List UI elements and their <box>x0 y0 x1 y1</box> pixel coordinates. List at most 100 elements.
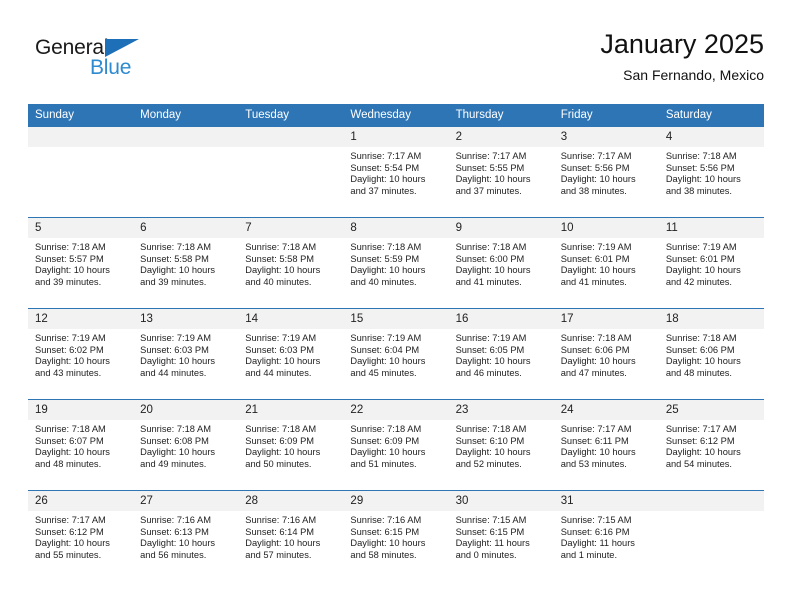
calendar-day-cell[interactable]: 3 Sunrise: 7:17 AM Sunset: 5:56 PM Daylight… <box>553 127 659 218</box>
calendar-day-cell[interactable]: 16 Sunrise: 7:19 AM Sunset: 6:05 PM Dayligh… <box>448 308 554 400</box>
calendar-day-cell[interactable]: 24 Sunrise: 7:17 AM Sunset: 6:11 PM Dayligh… <box>553 399 659 491</box>
day-cell-inner: 12 Sunrise: 7:19 AM Sunset: 6:02 PM Dayligh… <box>28 309 134 399</box>
sunset-text: Sunset: 6:11 PM <box>560 435 629 446</box>
day-details: Sunrise: 7:19 AM Sunset: 6:03 PM Daylight:… <box>238 329 343 379</box>
calendar-day-cell[interactable]: 20 Sunrise: 7:18 AM Sunset: 6:08 PM Dayligh… <box>133 399 239 491</box>
general-blue-logo[interactable]: General Blue <box>35 36 165 84</box>
day-details: Sunrise: 7:16 AM Sunset: 6:14 PM Daylight:… <box>238 511 343 561</box>
calendar-day-cell[interactable]: 23 Sunrise: 7:18 AM Sunset: 6:10 PM Dayligh… <box>448 399 554 491</box>
daylight-text: Daylight: 10 hours and 44 minutes. <box>140 356 216 378</box>
day-details: Sunrise: 7:15 AM Sunset: 6:16 PM Daylight:… <box>554 511 659 561</box>
calendar-day-cell[interactable]: 17 Sunrise: 7:18 AM Sunset: 6:06 PM Dayligh… <box>553 308 659 400</box>
sunrise-text: Sunrise: 7:16 AM <box>350 515 422 525</box>
calendar-day-cell[interactable]: 22 Sunrise: 7:18 AM Sunset: 6:09 PM Dayligh… <box>343 399 449 491</box>
calendar-day-cell[interactable]: 6 Sunrise: 7:18 AM Sunset: 5:58 PM Daylight… <box>133 217 239 309</box>
calendar-day-cell[interactable]: 27 Sunrise: 7:16 AM Sunset: 6:13 PM Dayligh… <box>133 490 239 581</box>
sunset-text: Sunset: 5:56 PM <box>665 162 735 173</box>
sunset-text: Sunset: 6:12 PM <box>665 435 735 446</box>
calendar-day-cell[interactable]: 11 Sunrise: 7:19 AM Sunset: 6:01 PM Dayligh… <box>658 217 764 309</box>
calendar-day-cell-empty <box>28 127 134 218</box>
day-number: 28 <box>238 491 344 511</box>
calendar-day-cell[interactable]: 28 Sunrise: 7:16 AM Sunset: 6:14 PM Dayligh… <box>238 490 344 581</box>
sunrise-text: Sunrise: 7:18 AM <box>140 424 211 434</box>
sunrise-text: Sunrise: 7:18 AM <box>665 333 737 343</box>
day-number <box>133 127 239 147</box>
day-number: 14 <box>238 309 344 329</box>
calendar-day-cell[interactable]: 15 Sunrise: 7:19 AM Sunset: 6:04 PM Dayligh… <box>343 308 449 400</box>
day-details: Sunrise: 7:18 AM Sunset: 6:09 PM Daylight:… <box>343 420 448 470</box>
day-details: Sunrise: 7:17 AM Sunset: 6:11 PM Daylight:… <box>554 420 659 470</box>
calendar-day-cell[interactable]: 1 Sunrise: 7:17 AM Sunset: 5:54 PM Daylight… <box>343 127 449 218</box>
calendar-day-cell[interactable]: 5 Sunrise: 7:18 AM Sunset: 5:57 PM Daylight… <box>28 217 134 309</box>
day-number: 3 <box>553 127 659 147</box>
sunrise-text: Sunrise: 7:17 AM <box>560 424 632 434</box>
daylight-text: Daylight: 10 hours and 48 minutes. <box>665 356 741 378</box>
calendar-day-cell[interactable]: 10 Sunrise: 7:19 AM Sunset: 6:01 PM Dayligh… <box>553 217 659 309</box>
sunset-text: Sunset: 6:10 PM <box>455 435 525 446</box>
day-cell-inner <box>28 127 134 217</box>
daylight-text: Daylight: 10 hours and 44 minutes. <box>245 356 321 378</box>
calendar-day-cell[interactable]: 7 Sunrise: 7:18 AM Sunset: 5:58 PM Daylight… <box>238 217 344 309</box>
day-number: 20 <box>133 400 239 420</box>
day-cell-inner: 1 Sunrise: 7:17 AM Sunset: 5:54 PM Daylight… <box>343 127 449 217</box>
sunrise-text: Sunrise: 7:15 AM <box>560 515 632 525</box>
day-number: 16 <box>448 309 554 329</box>
calendar-week-row: 19 Sunrise: 7:18 AM Sunset: 6:07 PM Dayligh… <box>28 399 764 491</box>
calendar-day-cell[interactable]: 14 Sunrise: 7:19 AM Sunset: 6:03 PM Dayligh… <box>238 308 344 400</box>
calendar-day-cell[interactable]: 2 Sunrise: 7:17 AM Sunset: 5:55 PM Daylight… <box>448 127 554 218</box>
day-cell-inner: 11 Sunrise: 7:19 AM Sunset: 6:01 PM Dayligh… <box>658 218 764 308</box>
calendar-day-cell[interactable]: 25 Sunrise: 7:17 AM Sunset: 6:12 PM Dayligh… <box>658 399 764 491</box>
calendar-day-cell[interactable]: 29 Sunrise: 7:16 AM Sunset: 6:15 PM Dayligh… <box>343 490 449 581</box>
day-number: 9 <box>448 218 554 238</box>
calendar-day-cell[interactable]: 26 Sunrise: 7:17 AM Sunset: 6:12 PM Dayligh… <box>28 490 134 581</box>
day-number: 29 <box>343 491 449 511</box>
calendar-day-cell[interactable]: 18 Sunrise: 7:18 AM Sunset: 6:06 PM Dayligh… <box>658 308 764 400</box>
day-cell-inner: 29 Sunrise: 7:16 AM Sunset: 6:15 PM Dayligh… <box>343 491 449 581</box>
calendar-day-cell[interactable]: 13 Sunrise: 7:19 AM Sunset: 6:03 PM Dayligh… <box>133 308 239 400</box>
sunrise-text: Sunrise: 7:18 AM <box>140 242 211 252</box>
calendar-day-cell[interactable]: 30 Sunrise: 7:15 AM Sunset: 6:15 PM Dayligh… <box>448 490 554 581</box>
day-details: Sunrise: 7:19 AM Sunset: 6:04 PM Daylight:… <box>343 329 448 379</box>
day-details: Sunrise: 7:15 AM Sunset: 6:15 PM Daylight:… <box>449 511 554 561</box>
sunrise-text: Sunrise: 7:18 AM <box>665 151 737 161</box>
calendar-day-cell[interactable]: 19 Sunrise: 7:18 AM Sunset: 6:07 PM Dayligh… <box>28 399 134 491</box>
calendar-day-cell[interactable]: 4 Sunrise: 7:18 AM Sunset: 5:56 PM Daylight… <box>658 127 764 218</box>
sunrise-text: Sunrise: 7:18 AM <box>455 424 527 434</box>
page-title: January 2025 <box>600 29 764 59</box>
day-number: 22 <box>343 400 449 420</box>
sunset-text: Sunset: 6:15 PM <box>455 526 525 537</box>
daylight-text: Daylight: 10 hours and 43 minutes. <box>35 356 110 378</box>
sunrise-text: Sunrise: 7:16 AM <box>140 515 211 525</box>
sunset-text: Sunset: 6:04 PM <box>350 344 420 355</box>
day-number: 21 <box>238 400 344 420</box>
sunrise-text: Sunrise: 7:17 AM <box>350 151 422 161</box>
day-number: 10 <box>553 218 659 238</box>
sunset-text: Sunset: 6:01 PM <box>560 253 630 264</box>
calendar-day-cell-empty <box>658 490 764 581</box>
day-number: 5 <box>28 218 134 238</box>
weekday-header-thursday: Thursday <box>448 104 554 127</box>
weekday-header-friday: Friday <box>553 104 659 127</box>
day-number: 1 <box>343 127 449 147</box>
sunrise-text: Sunrise: 7:19 AM <box>245 333 317 343</box>
daylight-text: Daylight: 10 hours and 50 minutes. <box>245 447 321 469</box>
day-cell-inner <box>658 491 764 581</box>
sunset-text: Sunset: 6:02 PM <box>35 344 104 355</box>
calendar-day-cell[interactable]: 21 Sunrise: 7:18 AM Sunset: 6:09 PM Dayligh… <box>238 399 344 491</box>
sunset-text: Sunset: 6:06 PM <box>665 344 735 355</box>
calendar-day-cell[interactable]: 9 Sunrise: 7:18 AM Sunset: 6:00 PM Daylight… <box>448 217 554 309</box>
calendar-day-cell[interactable]: 12 Sunrise: 7:19 AM Sunset: 6:02 PM Dayligh… <box>28 308 134 400</box>
day-details: Sunrise: 7:17 AM Sunset: 6:12 PM Daylight:… <box>659 420 764 470</box>
day-number: 30 <box>448 491 554 511</box>
calendar-day-cell[interactable]: 31 Sunrise: 7:15 AM Sunset: 6:16 PM Dayligh… <box>553 490 659 581</box>
sunrise-text: Sunrise: 7:15 AM <box>455 515 527 525</box>
sunrise-text: Sunrise: 7:18 AM <box>35 424 106 434</box>
daylight-text: Daylight: 10 hours and 48 minutes. <box>35 447 110 469</box>
sunrise-text: Sunrise: 7:18 AM <box>245 424 317 434</box>
page-subtitle: San Fernando, Mexico <box>623 67 764 83</box>
weekday-header-saturday: Saturday <box>658 104 764 127</box>
sunrise-text: Sunrise: 7:19 AM <box>140 333 211 343</box>
calendar-week-row: 12 Sunrise: 7:19 AM Sunset: 6:02 PM Dayligh… <box>28 308 764 400</box>
day-cell-inner: 5 Sunrise: 7:18 AM Sunset: 5:57 PM Daylight… <box>28 218 134 308</box>
calendar-day-cell[interactable]: 8 Sunrise: 7:18 AM Sunset: 5:59 PM Daylight… <box>343 217 449 309</box>
